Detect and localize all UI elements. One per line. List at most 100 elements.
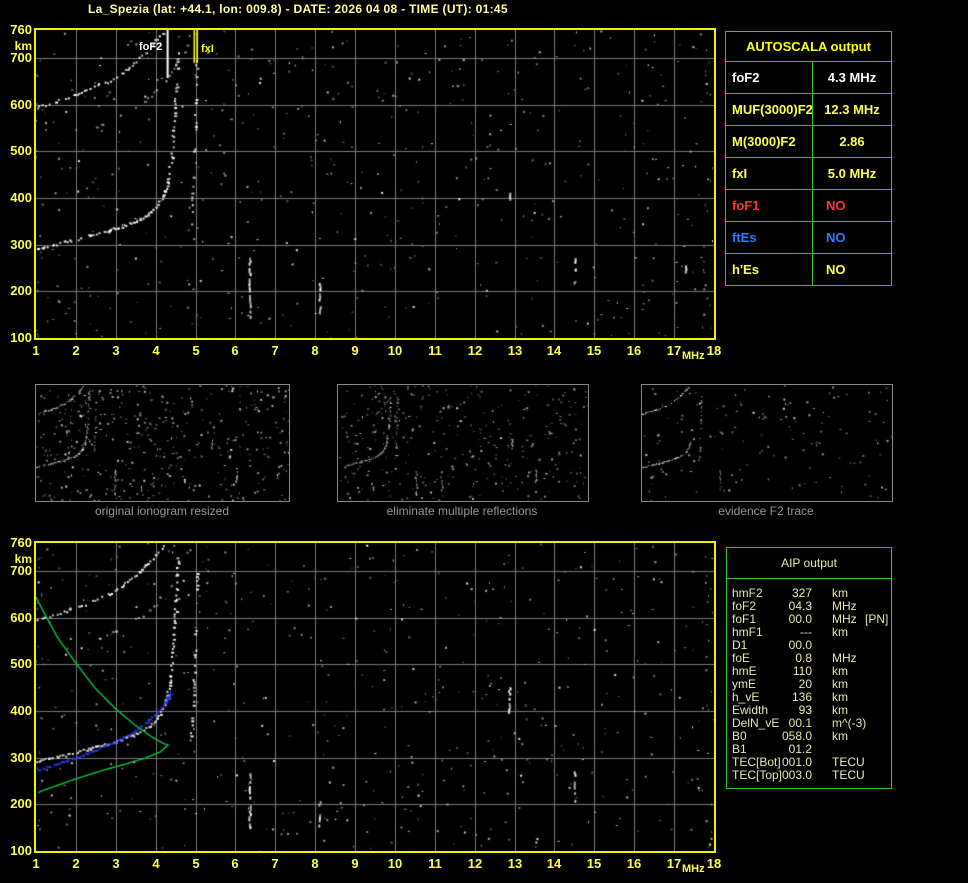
x-tick-label: 18	[706, 856, 722, 871]
autoscala-value: NO	[812, 222, 891, 253]
x-tick-label: 16	[626, 343, 642, 358]
x-tick-label: 3	[112, 856, 120, 871]
panel-caption: evidence F2 trace	[718, 504, 814, 518]
x-tick-label: 14	[546, 343, 562, 358]
y-tick-label: 700	[10, 563, 32, 578]
panel-caption: eliminate multiple reflections	[386, 504, 538, 518]
y-tick-label: 600	[10, 97, 32, 112]
aip-output-table: AIP output hmF2 327 km foF2 04.3 MHz foF1 00.0 M…	[726, 547, 892, 789]
autoscala-value: 2.86	[812, 126, 891, 157]
panel-evidence-f2	[641, 384, 893, 502]
autoscala-row: MUF(3000)F2 12.3 MHz	[726, 94, 891, 126]
autoscala-value: 12.3 MHz	[812, 94, 891, 125]
panel-original-ionogram-canvas	[36, 385, 289, 501]
x-tick-label: 4	[152, 856, 160, 871]
autoscala-output-table: AUTOSCALA output foF2 4.3 MHz MUF(3000)F2 1…	[725, 31, 892, 286]
autoscala-row: fxI 5.0 MHz	[726, 158, 891, 190]
autoscala-param: fxI	[732, 166, 748, 181]
top-ionogram-canvas	[36, 30, 714, 338]
autoscala-row: ftEs NO	[726, 222, 891, 254]
aip-output-header: AIP output	[727, 548, 891, 579]
x-tick-label: 2	[72, 856, 80, 871]
y-axis-unit-label: km	[14, 39, 32, 53]
x-tick-label: 12	[467, 343, 483, 358]
autoscala-row: foF1 NO	[726, 190, 891, 222]
x-tick-label: 11	[428, 343, 442, 358]
x-tick-label: 12	[467, 856, 483, 871]
bottom-ionogram-frame	[34, 541, 716, 853]
x-tick-label: 8	[311, 856, 319, 871]
x-tick-label: 2	[72, 343, 80, 358]
aip-value: 003.0	[781, 768, 812, 782]
autoscala-row: h'Es NO	[726, 254, 891, 285]
y-axis-unit-label: km	[14, 552, 32, 566]
x-tick-label: 10	[387, 856, 403, 871]
x-axis-unit-label: MHz	[682, 350, 705, 362]
y-tick-label: 200	[10, 796, 32, 811]
x-tick-label: 7	[271, 343, 279, 358]
x-tick-label: 4	[152, 343, 160, 358]
y-tick-label: 200	[10, 283, 32, 298]
aip-output-rows: hmF2 327 km foF2 04.3 MHz foF1 00.0 MHz [PN] hmF1-…	[727, 579, 891, 782]
autoscala-param: h'Es	[732, 262, 759, 277]
bottom-ionogram-canvas	[36, 543, 714, 851]
autoscala-value: NO	[812, 190, 891, 221]
autoscala-param: M(3000)F2	[732, 134, 796, 149]
y-tick-label: 400	[10, 703, 32, 718]
autoscala-value: 4.3 MHz	[812, 62, 891, 93]
top-ionogram-frame	[34, 28, 716, 340]
x-axis-unit-label: MHz	[682, 863, 705, 875]
panel-caption: original ionogram resized	[94, 504, 230, 518]
x-tick-label: 5	[192, 856, 200, 871]
y-tick-label: 500	[10, 143, 32, 158]
x-tick-label: 18	[706, 343, 722, 358]
x-tick-label: 15	[586, 856, 602, 871]
x-tick-label: 8	[311, 343, 319, 358]
autoscala-output-rows: foF2 4.3 MHz MUF(3000)F2 12.3 MHz M(3000)F2 2…	[726, 62, 891, 285]
aip-note: [PN]	[865, 612, 889, 626]
autoscala-param: ftEs	[732, 230, 757, 245]
y-tick-label: 300	[10, 750, 32, 765]
x-tick-label: 16	[626, 856, 642, 871]
x-tick-label: 3	[112, 343, 120, 358]
panel-original-ionogram	[35, 384, 290, 502]
aip-row: TEC[Top] 003.0 TECU	[727, 769, 891, 782]
x-tick-label: 13	[507, 343, 523, 358]
y-tick-label: 700	[10, 50, 32, 65]
x-tick-label: 5	[192, 343, 200, 358]
x-tick-label: 6	[231, 856, 239, 871]
station-date-title: La_Spezia (lat: +44.1, lon: 009.8) - DAT…	[88, 2, 508, 16]
x-tick-label: 13	[507, 856, 523, 871]
autoscala-output-header: AUTOSCALA output	[726, 32, 891, 62]
y-tick-label: 760	[10, 22, 32, 37]
fxI-marker-label: fxI	[201, 43, 214, 55]
x-tick-label: 1	[32, 856, 40, 871]
y-tick-label: 500	[10, 656, 32, 671]
x-tick-label: 7	[271, 856, 279, 871]
x-tick-label: 10	[387, 343, 403, 358]
autoscala-value: 5.0 MHz	[812, 158, 891, 189]
x-tick-label: 15	[586, 343, 602, 358]
panel-eliminate-reflections-canvas	[338, 385, 588, 501]
aip-unit: km	[832, 729, 848, 743]
y-tick-label: 300	[10, 237, 32, 252]
autoscala-param: MUF(3000)F2	[732, 102, 813, 117]
autoscala-param: foF2	[732, 70, 760, 85]
autoscala-param: foF1	[732, 198, 760, 213]
x-tick-label: 9	[351, 856, 359, 871]
autoscala-row: M(3000)F2 2.86	[726, 126, 891, 158]
x-tick-label: 11	[428, 856, 442, 871]
panel-eliminate-reflections	[337, 384, 589, 502]
y-tick-label: 100	[10, 330, 32, 345]
x-tick-label: 14	[546, 856, 562, 871]
y-tick-label: 600	[10, 610, 32, 625]
autoscala-app: La_Spezia (lat: +44.1, lon: 009.8) - DAT…	[0, 0, 968, 883]
autoscala-row: foF2 4.3 MHz	[726, 62, 891, 94]
aip-unit: km	[832, 625, 848, 639]
x-tick-label: 6	[231, 343, 239, 358]
autoscala-value: NO	[812, 254, 891, 285]
x-tick-label: 1	[32, 343, 40, 358]
foF2-marker-label: foF2	[139, 41, 163, 53]
x-tick-label: 9	[351, 343, 359, 358]
y-tick-label: 100	[10, 843, 32, 858]
